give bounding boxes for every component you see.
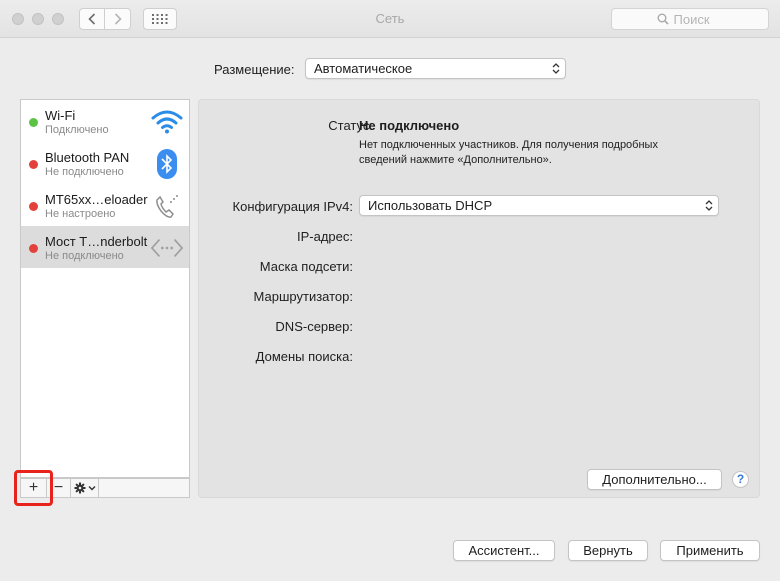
service-item-thunderbolt-bridge[interactable]: Мост T…nderbolt Не подключено [21,226,189,268]
search-input[interactable] [673,11,724,27]
router-label: Маршрутизатор: [253,289,353,304]
ip-address-label: IP-адрес: [297,229,353,244]
thunderbolt-bridge-icon [151,232,183,264]
status-description: Нет подключенных участников. Для получен… [359,139,658,166]
service-status: Не настроено [45,208,116,220]
chevron-updown-icon [705,200,713,211]
apply-button[interactable]: Применить [660,540,760,561]
service-name: MT65xx…eloader [45,192,148,207]
service-status: Не подключено [45,250,124,262]
service-name: Wi-Fi [45,108,76,123]
dns-server-label: DNS-сервер: [275,319,353,334]
service-item-wifi[interactable]: Wi-Fi Подключено [21,100,189,142]
service-item-bluetooth-pan[interactable]: Bluetooth PAN Не подключено [21,142,189,184]
subnet-mask-label: Маска подсети: [259,259,353,274]
status-dot [29,160,38,169]
phone-icon [151,190,183,222]
chevron-updown-icon [552,63,560,74]
service-item-mt65xx[interactable]: MT65xx…eloader Не настроено [21,184,189,226]
help-button[interactable]: ? [732,471,749,488]
service-list: Wi-Fi Подключено Bluetooth PAN Не подклю… [20,99,190,478]
service-name: Мост T…nderbolt [45,234,148,249]
search-field[interactable] [611,8,769,30]
assistant-button[interactable]: Ассистент... [453,540,555,561]
status-value: Не подключено [359,118,460,133]
status-dot [29,202,38,211]
location-label: Размещение: [214,62,295,77]
status-dot [29,118,38,127]
service-status: Подключено [45,124,109,136]
ipv4-config-label: Конфигурация IPv4: [232,199,353,214]
service-name: Bluetooth PAN [45,150,130,165]
status-dot [29,244,38,253]
action-menu-button[interactable] [71,479,99,497]
advanced-button[interactable]: Дополнительно... [587,469,722,490]
revert-button[interactable]: Вернуть [568,540,648,561]
location-popup[interactable]: Автоматическое [305,58,566,79]
bluetooth-icon [151,148,183,180]
search-domains-label: Домены поиска: [255,349,353,364]
ipv4-config-popup[interactable]: Использовать DHCP [359,195,719,216]
add-button-highlight [14,470,53,506]
location-value: Автоматическое [314,61,413,76]
gear-icon [74,482,95,494]
wifi-icon [151,106,183,138]
ipv4-config-value: Использовать DHCP [368,198,493,213]
search-icon [657,13,669,25]
service-status: Не подключено [45,166,124,178]
title-bar: Сеть [0,0,780,38]
